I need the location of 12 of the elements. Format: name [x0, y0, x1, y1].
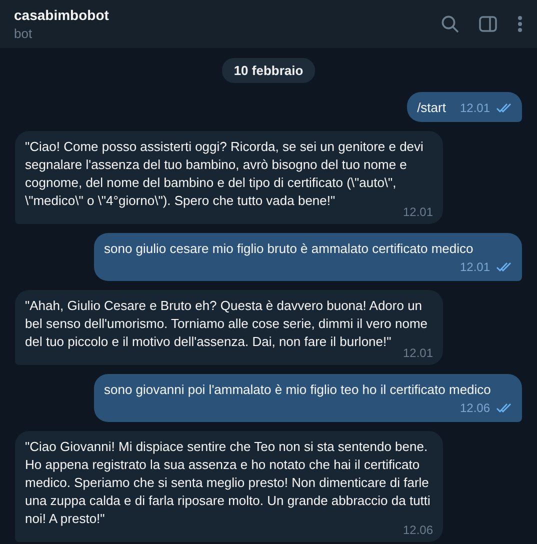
message-text: /start [417, 99, 446, 117]
message-text: sono giovanni poi l'ammalato è mio figlio teo ho il certificato medico [104, 381, 491, 399]
message-text: sono giulio cesare mio figlio bruto è ammalato certificato medico [104, 240, 474, 258]
date-badge: 10 febbraio [222, 58, 316, 83]
search-icon[interactable] [441, 15, 459, 33]
chat-subtitle: bot [14, 26, 34, 41]
sidebar-toggle-icon[interactable] [479, 16, 497, 32]
message-time: 12.06 [460, 400, 490, 417]
message-time: 12.01 [460, 100, 490, 117]
chat-title: casabimbobot [14, 7, 110, 23]
more-options-icon[interactable] [517, 15, 523, 33]
message-time: 12.01 [460, 259, 490, 276]
